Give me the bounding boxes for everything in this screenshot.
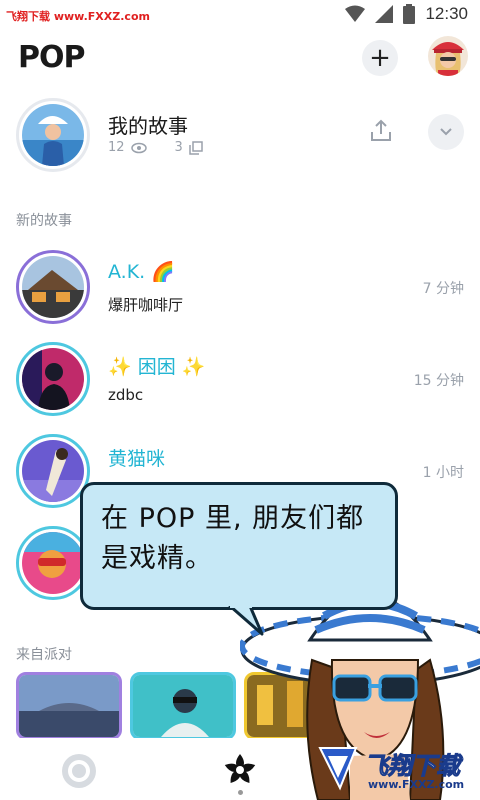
watermark-text: 飞翔下载 www.FXXZ.com [6,10,150,23]
story-row[interactable]: ✨ 困困 ✨ zdbc 15 分钟 [0,336,480,422]
battery-icon [403,4,416,24]
plus-icon: + [369,43,391,73]
status-bar: 飞翔下载 www.FXXZ.com 12:30 [0,0,480,32]
chevron-down-icon [440,128,452,136]
party-card[interactable] [244,672,350,740]
story-avatar[interactable] [16,250,90,324]
speech-bubble-tail [228,606,264,636]
party-card[interactable] [16,672,122,740]
eye-icon [130,142,147,153]
story-name: 黄猫咪 [108,448,166,470]
upload-icon[interactable] [368,118,394,144]
pop-flower-icon[interactable] [222,752,258,788]
snaps-count: 3 [174,140,183,155]
story-avatar[interactable] [16,342,90,416]
story-time: 1 小时 [422,465,464,481]
views-count: 12 [108,140,125,155]
copy-icon [189,140,203,155]
story-avatar[interactable] [16,526,90,600]
story-time: 7 分钟 [422,281,464,297]
my-story-meta: 12 3 [108,140,203,155]
wifi-icon [345,5,366,22]
story-name: ✨ 困困 ✨ [108,356,206,378]
signal-icon [375,5,394,23]
profile-avatar[interactable] [428,36,468,76]
my-story-title: 我的故事 [108,114,188,138]
camera-tab[interactable] [62,754,96,788]
app-bar: POP + [0,32,480,88]
my-story-avatar[interactable] [16,98,90,172]
story-row[interactable] [0,520,480,606]
story-subtitle: 爆肝咖啡厅 [108,296,184,314]
story-subtitle: zdbc [108,386,144,404]
story-name: A.K. 🌈 [108,261,175,283]
story-row[interactable]: A.K. 🌈 爆肝咖啡厅 7 分钟 [0,244,480,330]
story-time: 15 分钟 [413,373,464,389]
party-card[interactable] [130,672,236,740]
section-from-party: 来自派对 [16,647,72,663]
expand-button[interactable] [428,114,464,150]
party-cards [16,672,480,742]
add-button[interactable]: + [362,40,398,76]
app-logo: POP [18,40,85,75]
bottom-nav [0,738,480,800]
status-time: 12:30 [425,4,468,23]
camera-icon [68,760,90,782]
active-tab-indicator [238,790,243,795]
section-new-stories: 新的故事 [16,213,72,229]
my-story-row[interactable]: 我的故事 12 3 [0,96,480,176]
status-icons: 12:30 [345,4,468,24]
story-row[interactable]: 黄猫咪 1 小时 [0,428,480,514]
story-avatar[interactable] [16,434,90,508]
